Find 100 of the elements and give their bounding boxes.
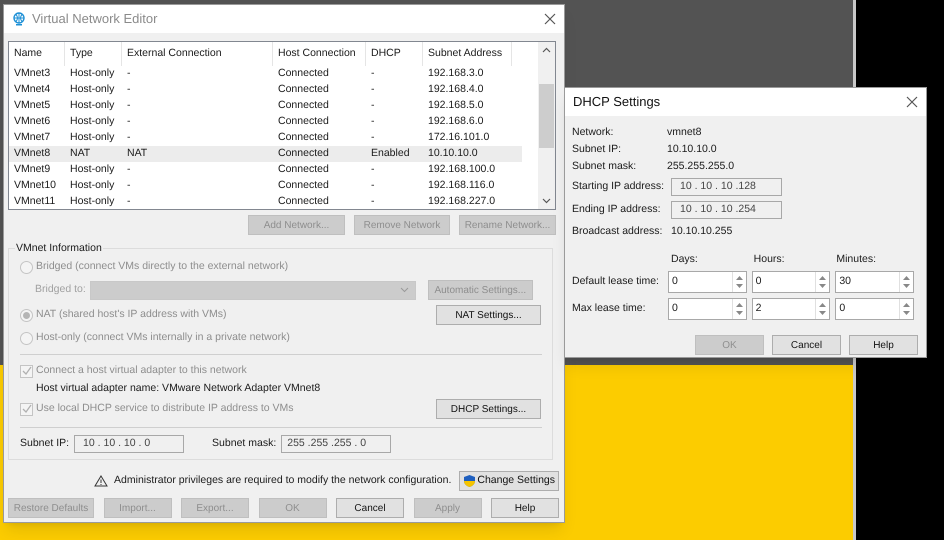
field-value: 255.255.255.0 <box>667 158 734 174</box>
spin-box[interactable]: 2 <box>752 298 830 320</box>
field-label: Subnet IP: <box>572 142 622 157</box>
scrollbar[interactable] <box>538 42 555 209</box>
field-label: Network: <box>572 124 614 140</box>
field-label: Bridged to: <box>35 282 86 298</box>
table-cell-text: - <box>126 82 132 98</box>
field-label: Subnet mask: <box>572 158 638 174</box>
close-icon <box>906 96 918 108</box>
window-title: Virtual Network Editor <box>32 10 158 28</box>
spin-arrows-icon <box>898 298 913 318</box>
table-cell-text: Connected <box>277 66 330 82</box>
table-cell-text: Connected <box>277 194 330 209</box>
table-cell-text: - <box>370 194 376 209</box>
table-cell-text: - <box>126 162 132 178</box>
table-cell-text: Host-only <box>69 162 116 178</box>
spin-box[interactable]: 30 <box>835 270 914 292</box>
spin-arrows-icon <box>732 298 746 318</box>
input-field[interactable]: 10 . 10 . 10 .128 <box>671 178 782 196</box>
column-header: Minutes: <box>836 252 878 268</box>
table-cell-text: Host-only <box>69 194 116 209</box>
table-cell-text: Connected <box>277 162 330 178</box>
spin-box[interactable]: 0 <box>835 298 914 320</box>
button[interactable]: Help <box>849 335 918 355</box>
input-field[interactable]: 10 . 10 . 10 .254 <box>671 201 782 219</box>
spin-box[interactable]: 0 <box>668 270 747 292</box>
radio-label: Host-only (connect VMs internally in a private network) <box>36 330 290 346</box>
table-cell-text: Connected <box>277 130 330 146</box>
adapter-name-text: Host virtual adapter name: VMware Network Adapter VMnet8 <box>35 381 322 396</box>
scroll-down-icon[interactable] <box>542 198 551 204</box>
table-cell-text: - <box>126 130 132 146</box>
button[interactable]: Cancel <box>772 335 841 355</box>
spin-box[interactable]: 0 <box>752 270 830 292</box>
table-cell-text: NAT <box>69 146 92 162</box>
table-cell-text: VMnet4 <box>13 82 52 98</box>
input-field[interactable]: 10 . 10 . 10 . 0 <box>74 435 184 453</box>
field-value: vmnet8 <box>667 124 702 140</box>
spin-arrows-icon <box>732 272 746 292</box>
table-cell-text: 192.168.5.0 <box>427 98 484 114</box>
table-cell-text: VMnet9 <box>13 162 52 178</box>
table-cell-text: Host-only <box>69 82 116 98</box>
table-cell-text: VMnet6 <box>13 114 52 130</box>
table-cell-text: - <box>370 130 376 146</box>
table-cell-text: 192.168.227.0 <box>427 194 496 209</box>
scroll-up-icon[interactable] <box>542 47 551 53</box>
warning-text: Administrator privileges are required to modify the network configuration. <box>114 473 452 488</box>
field-label: Ending IP address: <box>572 202 662 218</box>
table-cell-text: 192.168.100.0 <box>427 162 496 178</box>
table-cell-text: 192.168.3.0 <box>427 66 484 82</box>
field-label: Max lease time: <box>572 300 647 316</box>
table-cell-text: - <box>126 114 132 130</box>
table-cell-text: Host-only <box>69 98 116 114</box>
table-cell-text: VMnet8 <box>13 146 52 162</box>
table-cell-text: Connected <box>277 178 330 194</box>
table-cell-text: - <box>370 162 376 178</box>
table-cell-text: Host-only <box>69 114 116 130</box>
field-label: Subnet mask: <box>212 436 276 452</box>
spin-arrows-icon <box>898 272 913 292</box>
table-cell-text: NAT <box>126 146 148 162</box>
field-label: Starting IP address: <box>572 179 666 194</box>
table-cell-text: Host-only <box>69 178 116 194</box>
table-cell-text: - <box>370 66 376 82</box>
button[interactable]: NAT Settings... <box>436 305 541 325</box>
warning-icon <box>94 475 108 487</box>
table-cell-text: VMnet3 <box>13 66 52 82</box>
table-cell-text: Host-only <box>69 66 116 82</box>
chevron-down-icon <box>400 287 409 293</box>
change-settings-button[interactable]: Change Settings <box>459 471 559 491</box>
field-value: 10.10.10.255 <box>671 224 732 240</box>
shield-icon <box>463 474 476 488</box>
close-button[interactable] <box>544 13 556 25</box>
table-cell-text: Host-only <box>69 130 116 146</box>
window-title: DHCP Settings <box>573 93 660 112</box>
table-cell-text: Connected <box>277 98 330 114</box>
table-cell-text: VMnet10 <box>13 178 58 194</box>
table-cell-text: - <box>370 82 376 98</box>
button[interactable]: DHCP Settings... <box>436 399 541 419</box>
field-value: 10.10.10.0 <box>667 142 717 157</box>
checkbox-label: Use local DHCP service to distribute IP address to VMs <box>36 401 294 416</box>
table-row[interactable]: VMnet8 NAT NAT Connected Enabled 10.10.10.0 <box>9 146 522 162</box>
field-label: Subnet IP: <box>20 436 70 452</box>
field-label: Default lease time: <box>572 274 660 289</box>
button[interactable]: Help <box>491 498 559 518</box>
table-cell-text: VMnet7 <box>13 130 52 146</box>
close-button[interactable] <box>906 96 918 108</box>
globe-icon <box>12 12 26 26</box>
radio-label: NAT (shared host's IP address with VMs) <box>36 307 226 322</box>
table-cell-text: Enabled <box>370 146 411 162</box>
column-header: Days: <box>671 252 699 268</box>
checkbox-label: Connect a host virtual adapter to this network <box>36 363 247 378</box>
table-cell-text: 192.168.4.0 <box>427 82 484 98</box>
field-label: Broadcast address: <box>572 224 664 240</box>
table-cell-text: 172.16.101.0 <box>427 130 490 146</box>
table-cell-text: VMnet5 <box>13 98 52 114</box>
input-field[interactable]: 255 .255 .255 . 0 <box>281 435 392 453</box>
table-cell-text: Connected <box>277 82 330 98</box>
column-header: Hours: <box>754 252 786 268</box>
spin-box[interactable]: 0 <box>668 298 747 320</box>
button[interactable]: Cancel <box>336 498 404 518</box>
table-cell-text: VMnet11 <box>13 194 56 209</box>
